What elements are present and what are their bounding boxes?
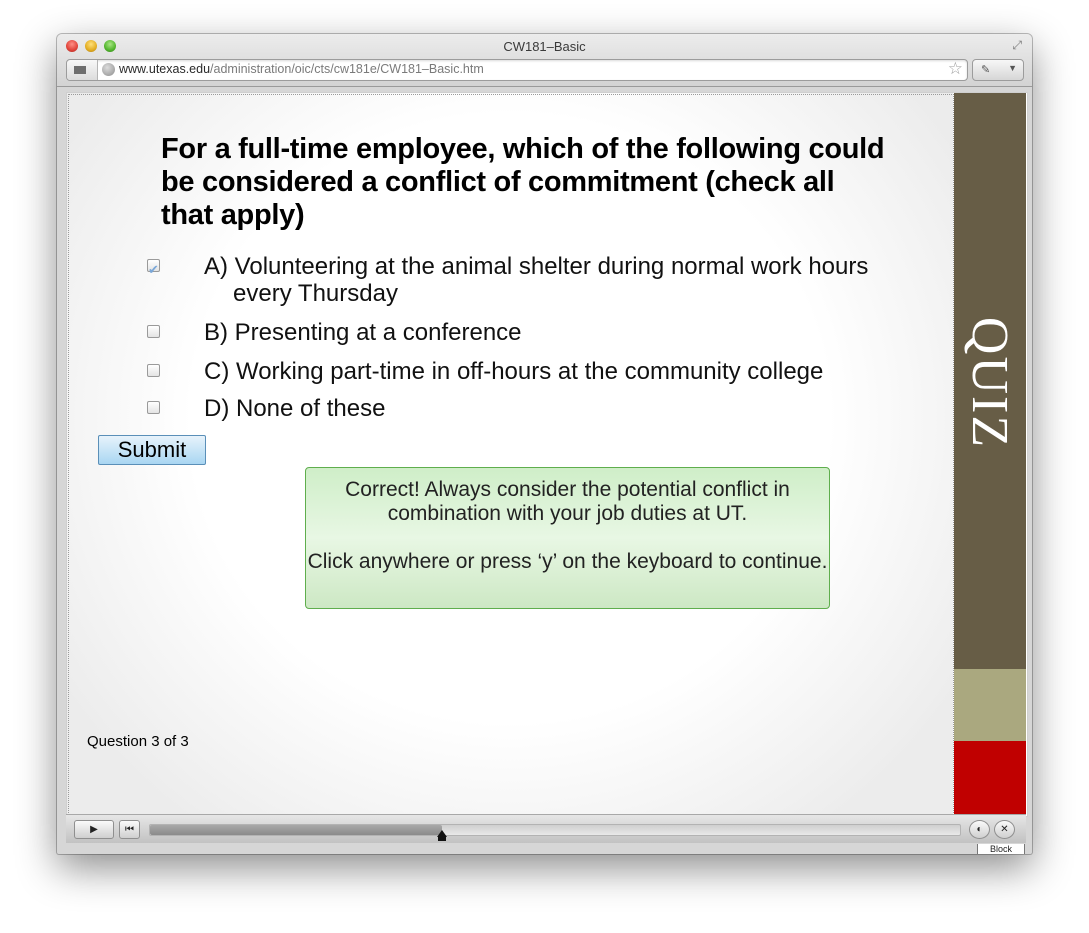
address-bar[interactable]: www.utexas.edu/administration/oic/cts/cw… [66,59,968,81]
seek-thumb[interactable] [437,830,447,841]
volume-icon[interactable]: ◐ [969,820,990,839]
player-controls: ▶ ⏮ ◐ ✕ [66,814,1026,843]
feedback-instruction: Click anywhere or press ‘y’ on the keybo… [307,550,828,573]
quiz-sidebar-label: QUIZ [961,316,1018,450]
option-d-checkbox[interactable] [147,401,160,414]
option-a-label: A) Volunteering at the animal shelter du… [204,253,869,307]
url-path: /administration/oic/cts/cw181e/CW181–Bas… [210,62,484,76]
window-title: CW181–Basic [503,39,586,54]
block-tab[interactable]: Block [977,844,1025,854]
browser-window: CW181–Basic ⤢ www.utexas.edu/administrat… [57,34,1032,854]
globe-icon [102,63,115,76]
option-c-label: C) Working part-time in off-hours at the… [204,358,824,385]
sidebar-tan-block [954,669,1026,741]
option-b-checkbox[interactable] [147,325,160,338]
sidebar-red-block [954,741,1026,814]
url-text[interactable]: www.utexas.edu/administration/oic/cts/cw… [119,62,484,76]
seek-bar-progress [150,825,442,835]
question-text: For a full-time employee, which of the f… [161,133,885,231]
seek-bar[interactable] [149,824,961,841]
fullscreen-icon[interactable]: ⤢ [1012,38,1022,53]
url-host: www.utexas.edu [119,62,211,76]
quiz-slide: For a full-time employee, which of the f… [67,93,954,816]
option-a-checkbox[interactable] [147,256,160,283]
page-content: For a full-time employee, which of the f… [66,92,1028,817]
feedback-message: Correct! Always consider the potential c… [345,478,790,525]
bookmarks-icon[interactable] [67,60,98,80]
chevron-down-icon: ▼ [1008,63,1017,73]
close-icon[interactable]: ✕ [994,820,1015,839]
bookmark-star-icon[interactable]: ☆ [948,59,963,79]
quiz-sidebar: QUIZ [954,93,1026,814]
rewind-button[interactable]: ⏮ [119,820,140,839]
puzzle-icon: ✎ [981,64,991,76]
submit-button[interactable]: Submit [98,435,206,465]
play-button[interactable]: ▶ [74,820,114,839]
option-b-label: B) Presenting at a conference [204,319,522,346]
question-progress: Question 3 of 3 [87,733,189,750]
option-c-checkbox[interactable] [147,364,160,377]
feedback-box[interactable]: Correct! Always consider the potential c… [305,467,830,609]
option-d-label: D) None of these [204,395,386,422]
extensions-button[interactable]: ✎ ▼ [972,59,1024,81]
title-bar: CW181–Basic ⤢ www.utexas.edu/administrat… [57,34,1032,87]
